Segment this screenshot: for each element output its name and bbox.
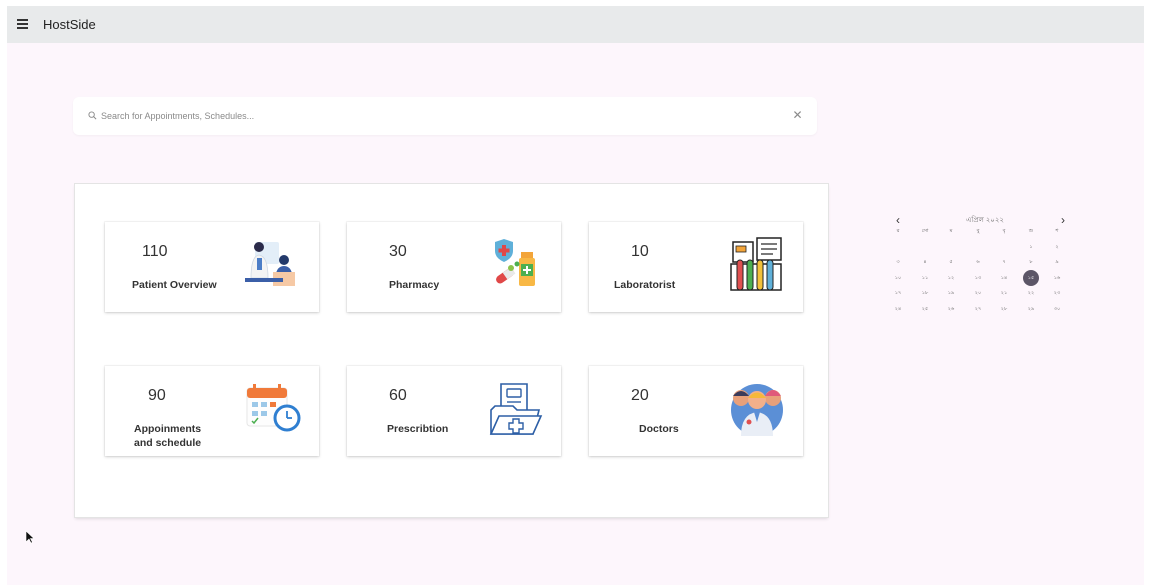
card-count: 110 bbox=[142, 243, 168, 260]
calendar-clock-icon bbox=[246, 384, 301, 432]
calendar-day[interactable]: ১৮ bbox=[917, 285, 933, 301]
card-pharmacy[interactable]: 30 Pharmacy bbox=[347, 222, 561, 312]
calendar-day[interactable]: ৬ bbox=[970, 254, 986, 270]
app-title: HostSide bbox=[43, 17, 96, 32]
card-label-line: Appoinments bbox=[134, 423, 202, 435]
calendar-day[interactable]: ১৪ bbox=[996, 270, 1012, 286]
card-appointments[interactable]: 90 Appoinments and schedule bbox=[105, 366, 319, 456]
doctors-group-icon bbox=[731, 384, 783, 436]
card-prescription[interactable]: 60 Prescribtion bbox=[347, 366, 561, 456]
card-label: Pharmacy bbox=[389, 279, 440, 291]
calendar-day[interactable]: ১৩ bbox=[970, 270, 986, 286]
calendar-day[interactable]: ২ bbox=[1049, 239, 1065, 255]
card-label: Patient Overview bbox=[132, 279, 217, 291]
calendar-day[interactable]: ১৭ bbox=[890, 285, 906, 301]
calendar-weekday: বু bbox=[976, 228, 980, 234]
calendar-weekday: সো bbox=[921, 228, 929, 234]
calendar-weekday: শ bbox=[1055, 228, 1059, 234]
card-label: Doctors bbox=[639, 423, 679, 435]
card-count: 30 bbox=[389, 243, 407, 260]
dashboard-panel: 110 Patient Overview 30 Pharmacy 10 Labo… bbox=[75, 184, 828, 517]
calendar-day[interactable]: ৭ bbox=[996, 254, 1012, 270]
calendar-day[interactable]: ২৩ bbox=[1049, 285, 1065, 301]
calendar-day[interactable]: ২৮ bbox=[996, 301, 1012, 317]
card-count: 20 bbox=[631, 387, 649, 404]
hamburger-menu-icon[interactable] bbox=[16, 17, 30, 31]
medicine-icon bbox=[495, 239, 535, 286]
calendar-day[interactable]: ৩ bbox=[890, 254, 906, 270]
calendar-weekday: র bbox=[896, 228, 900, 234]
card-patient-overview[interactable]: 110 Patient Overview bbox=[105, 222, 319, 312]
search-bar: ✕ bbox=[73, 97, 817, 135]
calendar-day[interactable]: ১২ bbox=[943, 270, 959, 286]
calendar-day[interactable]: ১৬ bbox=[1049, 270, 1065, 286]
calendar-day[interactable]: ২২ bbox=[1023, 285, 1039, 301]
calendar-day[interactable]: ২৪ bbox=[890, 301, 906, 317]
calendar-weekday: ম bbox=[949, 228, 953, 234]
calendar-day[interactable]: ২০ bbox=[970, 285, 986, 301]
patient-doctor-icon bbox=[245, 242, 295, 286]
calendar-weekday: শু bbox=[1028, 228, 1034, 234]
calendar-day[interactable]: ৯ bbox=[1049, 254, 1065, 270]
calendar-day[interactable]: ১১ bbox=[917, 270, 933, 286]
calendar-day[interactable]: ৩০ bbox=[1049, 301, 1065, 317]
card-count: 90 bbox=[148, 387, 166, 404]
app-window: HostSide ✕ 110 Patient Overview bbox=[7, 6, 1144, 585]
calendar-day[interactable]: ১৯ bbox=[943, 285, 959, 301]
calendar-day[interactable]: ২৯ bbox=[1023, 301, 1039, 317]
calendar-day[interactable]: ১০ bbox=[890, 270, 906, 286]
card-laboratorist[interactable]: 10 Laboratorist bbox=[589, 222, 803, 312]
calendar-weekday: বৃ bbox=[1002, 228, 1006, 234]
mouse-cursor-icon bbox=[25, 530, 35, 544]
calendar-day[interactable]: ৫ bbox=[943, 254, 959, 270]
calendar-day[interactable]: ১৫ bbox=[1023, 270, 1039, 286]
search-input[interactable] bbox=[101, 106, 781, 126]
calendar-day[interactable]: ২৫ bbox=[917, 301, 933, 317]
card-count: 60 bbox=[389, 387, 407, 404]
calendar-day[interactable]: ২৬ bbox=[943, 301, 959, 317]
card-label: Prescribtion bbox=[387, 423, 449, 435]
calendar-day[interactable]: ২১ bbox=[996, 285, 1012, 301]
card-label: Laboratorist bbox=[614, 279, 676, 291]
lab-test-tubes-icon bbox=[730, 237, 782, 291]
calendar-day[interactable]: ৮ bbox=[1023, 254, 1039, 270]
search-icon bbox=[88, 111, 97, 120]
card-count: 10 bbox=[631, 243, 649, 260]
calendar-day[interactable]: ৪ bbox=[917, 254, 933, 270]
calendar-day[interactable]: ২৭ bbox=[970, 301, 986, 317]
card-label: Appoinments and schedule bbox=[134, 422, 201, 450]
close-icon[interactable]: ✕ bbox=[791, 109, 804, 122]
prescription-folder-icon bbox=[489, 383, 543, 435]
card-label-line: and schedule bbox=[134, 437, 202, 449]
top-app-bar: HostSide bbox=[7, 6, 1144, 43]
calendar-widget: ‹ এপ্রিল ২০২২ › র সো ম বু বৃ শু শ ১ ২ ৩ ৪ ৫ ৬ ৭ ৮ ৯ ১০ ১১… bbox=[890, 209, 1070, 349]
card-doctors[interactable]: 20 Doctors bbox=[589, 366, 803, 456]
calendar-day[interactable]: ১ bbox=[1023, 239, 1039, 255]
